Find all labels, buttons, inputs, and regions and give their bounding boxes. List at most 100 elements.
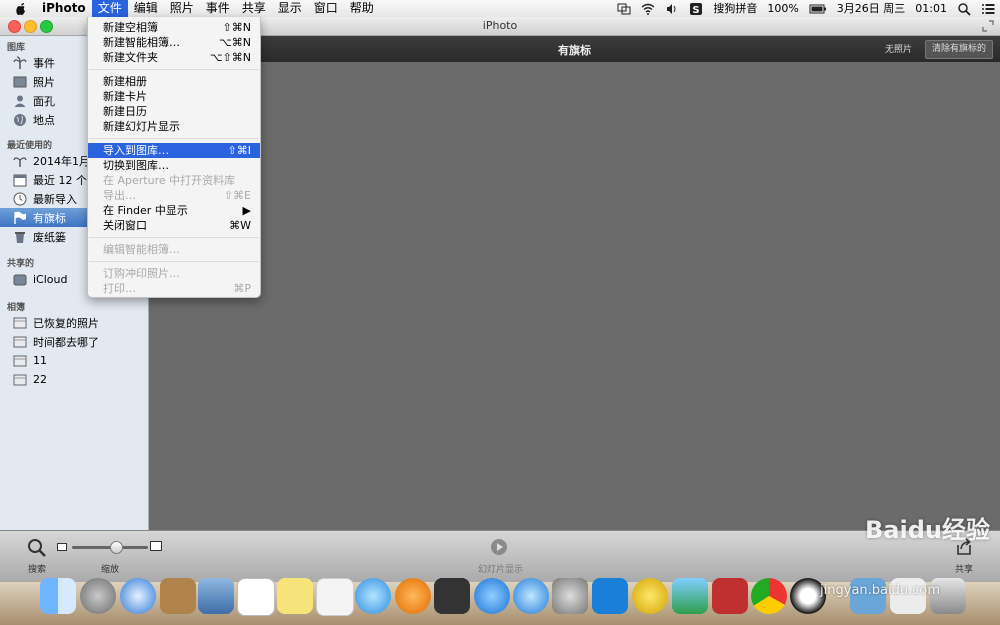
menu-events[interactable]: 事件 [200,0,236,17]
app-store-icon[interactable] [474,578,510,614]
sidebar-item-label: 有旗标 [33,211,66,225]
menu-item-show-in-finder[interactable]: 在 Finder 中显示 ▶ [88,203,260,218]
sidebar-item-label: 11 [33,354,47,367]
menu-item-new-folder[interactable]: 新建文件夹 ⌥⇧⌘N [88,50,260,65]
sidebar-item-album-recovered[interactable]: 已恢复的照片 [0,313,148,332]
apple-menu-icon[interactable] [14,2,28,16]
sidebar-item-label: 时间都去哪了 [33,335,99,349]
calendar-app-icon[interactable] [237,578,275,616]
safari-icon[interactable] [120,578,156,614]
section-header-recent: 最近使用的 [7,141,53,151]
screen-mirror-icon[interactable] [617,2,631,16]
clear-flagged-button[interactable]: 清除有旗标的 [924,40,993,59]
album-icon [13,355,27,366]
menu-separator [89,69,259,70]
contacts-icon[interactable] [160,578,196,614]
sidebar-item-album-22[interactable]: 22 [0,370,148,389]
menu-edit[interactable]: 编辑 [128,0,164,17]
launchpad-icon[interactable] [80,578,116,614]
app-menu[interactable]: iPhoto [36,0,92,17]
section-header-shared: 共享的 [7,259,35,269]
menu-file[interactable]: 文件 [91,0,128,17]
album-icon [13,374,27,385]
album-icon [13,336,27,347]
sidebar-item-label: 22 [33,373,47,386]
photo-count-label: 无照片 [884,45,912,55]
menu-share[interactable]: 共享 [236,0,272,17]
spotlight-search-icon[interactable] [957,2,971,16]
preview-icon[interactable] [316,578,354,616]
evernote-icon[interactable] [632,578,668,614]
calendar-icon [13,174,27,186]
menu-item-edit-smart-album: 编辑智能相簿… [103,243,180,256]
sidebar-item-label: 已恢复的照片 [33,316,99,330]
section-header-albums: 相簿 [7,303,26,313]
menu-item-order-prints: 订购冲印照片… [103,267,180,280]
person-icon [14,95,26,107]
section-header-library: 图库 [7,43,26,53]
system-preferences-icon[interactable] [552,578,588,614]
zoom-label: 缩放 [101,565,120,575]
flag-icon [14,211,26,224]
input-method-label[interactable]: 搜狗拼音 [708,0,762,17]
fullscreen-icon[interactable] [982,20,994,32]
menu-item-close-window[interactable]: 关闭窗口 ⌘W [88,218,260,233]
menubar-clock[interactable]: 01:01 [910,0,952,17]
menubar-date[interactable]: 3月26日 周三 [832,0,911,17]
word-icon[interactable] [592,578,628,614]
volume-icon[interactable] [665,2,679,16]
itunes-icon[interactable] [513,578,549,614]
menu-item-print: 打印… ⌘P [103,282,251,295]
menu-separator [89,138,259,139]
menu-item-new-book[interactable]: 新建相册 [88,74,260,89]
messages-icon[interactable] [355,578,391,614]
share-label: 共享 [955,565,974,575]
menu-item-new-calendar[interactable]: 新建日历 [88,104,260,119]
notes-icon[interactable] [277,578,313,614]
photos-icon [13,76,27,87]
menu-help[interactable]: 帮助 [344,0,380,17]
battery-icon[interactable] [809,2,827,16]
menu-window[interactable]: 窗口 [308,0,344,17]
mail-icon[interactable] [198,578,234,614]
battery-percent[interactable]: 100% [762,0,803,17]
globe-icon [14,113,26,126]
sidebar-item-album-11[interactable]: 11 [0,351,148,370]
slideshow-play-icon[interactable] [490,538,508,556]
menu-bar: iPhoto 文件 编辑 照片 事件 共享 显示 窗口 帮助 S 搜狗拼音 10… [0,0,1000,18]
menu-item-export: 导出… ⇧⌘E [103,189,251,202]
notification-center-icon[interactable] [981,2,995,16]
slideshow-label: 幻灯片显示 [478,565,524,575]
menu-item-new-empty-album[interactable]: 新建空相簿 ⇧⌘N [88,20,260,35]
wifi-icon[interactable] [641,2,655,16]
menu-item-switch-library[interactable]: 切换到图库… [88,158,260,173]
menu-separator [89,261,259,262]
sidebar-item-album-time[interactable]: 时间都去哪了 [0,332,148,351]
trash-icon [15,231,25,243]
sogou-input-icon[interactable]: S [689,2,703,16]
menu-item-new-smart-album[interactable]: 新建智能相簿… ⌥⌘N [88,35,260,50]
sidebar-item-label: 事件 [33,56,55,70]
zoom-slider-thumb[interactable] [110,541,123,554]
menu-photos[interactable]: 照片 [164,0,200,17]
menu-item-new-card[interactable]: 新建卡片 [88,89,260,104]
search-icon[interactable] [27,538,47,558]
ibooks-icon[interactable] [395,578,431,614]
menu-item-new-slideshow[interactable]: 新建幻灯片显示 [88,119,260,134]
album-icon [13,317,27,328]
parallels-icon[interactable] [712,578,748,614]
facetime-icon[interactable] [434,578,470,614]
sidebar-item-label: 废纸篓 [33,230,66,244]
page-title: 有旗标 [558,44,591,57]
photo-browser-area[interactable] [149,62,1000,530]
bottom-toolbar: 搜索 缩放 幻灯片显示 共享 [0,530,1000,583]
sidebar-item-label: 最新导入 [33,192,77,206]
sidebar-item-label: 地点 [33,113,55,127]
iphoto-dock-icon[interactable] [672,578,708,614]
clock-icon [13,192,27,205]
palm-tree-icon [13,156,27,167]
menu-item-import-to-library[interactable]: 导入到图库… ⇧⌘I [88,143,260,158]
chrome-icon[interactable] [751,578,787,614]
menu-view[interactable]: 显示 [272,0,308,17]
finder-icon[interactable] [40,578,76,614]
